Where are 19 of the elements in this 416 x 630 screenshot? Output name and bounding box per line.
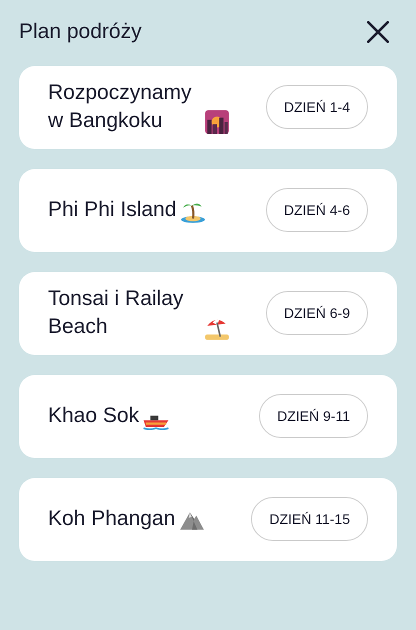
close-icon	[365, 18, 391, 45]
stage-title: Khao Sok	[48, 403, 140, 429]
stage-title: Phi Phi Island	[48, 197, 176, 223]
stage-title: Tonsai i Railay Beach	[48, 286, 184, 340]
panel-title: Plan podróży	[19, 19, 142, 45]
days-button[interactable]: DZIEŃ 6-9	[266, 291, 368, 335]
days-button[interactable]: DZIEŃ 1-4	[266, 85, 368, 129]
stage-card[interactable]: Khao Sok DZIEŃ 9-11	[19, 374, 397, 458]
stage-title: Koh Phangan	[48, 506, 176, 532]
stage-card[interactable]: Phi Phi Island DZIEŃ 4-6	[19, 168, 397, 252]
days-button[interactable]: DZIEŃ 9-11	[259, 394, 368, 438]
speedboat-icon	[143, 415, 170, 430]
stage-card[interactable]: Tonsai i Railay Beach DZIEŃ 6-9	[19, 272, 397, 354]
stage-title: Rozpoczynamy w Bangkoku	[48, 80, 193, 134]
stage-card[interactable]: Koh Phangan DZIEŃ 11-15	[19, 478, 397, 560]
days-button[interactable]: DZIEŃ 4-6	[266, 188, 368, 232]
stage-card[interactable]: Rozpoczynamy w Bangkoku DZIEŃ 1-4	[19, 66, 397, 148]
city-sunset-icon	[204, 109, 230, 135]
days-button[interactable]: DZIEŃ 11-15	[251, 497, 368, 541]
